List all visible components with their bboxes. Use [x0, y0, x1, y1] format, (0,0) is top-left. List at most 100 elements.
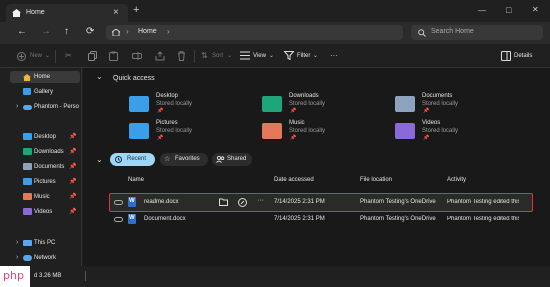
- sidebar-item-videos[interactable]: Videos 📌: [10, 206, 80, 218]
- chevron-down-icon[interactable]: ⌄: [96, 72, 103, 81]
- copy-icon[interactable]: [88, 51, 97, 61]
- details-button-label[interactable]: Details: [514, 53, 532, 59]
- star-icon: ☆: [164, 156, 171, 163]
- chevron-right-icon[interactable]: ›: [16, 103, 18, 110]
- chevron-right-icon[interactable]: ›: [16, 254, 18, 261]
- column-header-location[interactable]: File location: [360, 177, 392, 183]
- new-icon[interactable]: [17, 52, 26, 61]
- pin-icon: 📌: [69, 194, 77, 200]
- filter-button-label[interactable]: Filter: [297, 53, 310, 59]
- tab-close-icon[interactable]: ×: [113, 7, 119, 18]
- minimize-icon[interactable]: —: [478, 6, 486, 15]
- documents-folder-icon: [23, 163, 32, 170]
- shared-filter-button[interactable]: Shared: [212, 153, 252, 166]
- recent-label: Recent: [127, 156, 147, 162]
- more-options-icon[interactable]: ···: [257, 197, 264, 204]
- column-header-date[interactable]: Date accessed: [274, 177, 314, 183]
- desktop-folder-icon: [129, 96, 149, 112]
- up-icon[interactable]: ↑: [64, 26, 69, 37]
- chevron-right-icon[interactable]: ›: [16, 239, 18, 246]
- status-bar: d 3.26 MB: [30, 266, 550, 287]
- column-header-name[interactable]: Name: [128, 177, 144, 183]
- details-icon[interactable]: [501, 51, 511, 61]
- chevron-right-icon: ›: [126, 27, 129, 36]
- cut-icon[interactable]: ✂: [65, 51, 72, 60]
- quick-access-header[interactable]: Quick access: [113, 75, 155, 82]
- command-bar: [0, 44, 550, 68]
- quick-access-name: Music: [289, 120, 305, 126]
- view-icon[interactable]: [240, 51, 250, 60]
- toolbar-divider: [55, 50, 56, 63]
- sidebar-item-desktop[interactable]: Desktop 📌: [10, 131, 80, 143]
- sidebar-item-downloads[interactable]: Downloads 📌: [10, 146, 80, 158]
- sidebar-item-music[interactable]: Music 📌: [10, 191, 80, 203]
- home-icon: [12, 9, 21, 17]
- back-icon[interactable]: ←: [17, 26, 27, 37]
- sort-button-label[interactable]: Sort: [212, 53, 223, 59]
- delete-icon[interactable]: [177, 51, 186, 61]
- file-name[interactable]: Document.docx: [144, 216, 186, 222]
- sort-icon[interactable]: ⇅: [201, 51, 208, 60]
- chevron-down-icon[interactable]: ⌄: [96, 155, 103, 164]
- recent-filter-button[interactable]: Recent: [110, 153, 155, 166]
- forward-icon[interactable]: →: [41, 26, 51, 37]
- more-options-icon[interactable]: ···: [330, 51, 338, 60]
- rename-icon[interactable]: [132, 51, 142, 61]
- quick-access-sub: Stored locally: [289, 128, 326, 134]
- activity: Phantom Testing edited this: [447, 216, 519, 222]
- cloud-status-icon: [114, 217, 123, 222]
- refresh-icon[interactable]: ⟳: [86, 26, 94, 37]
- pin-icon: 📌: [69, 179, 77, 185]
- paste-icon[interactable]: [109, 51, 118, 61]
- pin-icon: 📌: [290, 108, 297, 114]
- tab-home[interactable]: Home ×: [6, 4, 128, 22]
- quick-access-item-desktop[interactable]: Desktop Stored locally 📌: [126, 92, 246, 116]
- quick-access-item-videos[interactable]: Videos Stored locally 📌: [392, 119, 512, 143]
- breadcrumb-home[interactable]: Home: [138, 28, 157, 35]
- home-icon: [112, 29, 120, 36]
- sidebar-item-network[interactable]: › Network: [10, 252, 80, 264]
- file-name[interactable]: readme.docx: [144, 199, 179, 205]
- share-link-icon[interactable]: [238, 198, 247, 207]
- pin-icon: 📌: [69, 149, 77, 155]
- quick-access-item-pictures[interactable]: Pictures Stored locally 📌: [126, 119, 246, 143]
- share-icon[interactable]: [155, 51, 165, 61]
- sidebar-item-documents[interactable]: Documents 📌: [10, 161, 80, 173]
- sidebar-item-label: Pictures: [34, 179, 56, 185]
- cloud-status-icon: [114, 200, 123, 205]
- new-tab-icon[interactable]: +: [133, 4, 139, 16]
- clock-icon: [115, 156, 122, 163]
- file-location: Phantom Testing's OneDrive: [360, 216, 436, 222]
- sidebar-item-home[interactable]: Home: [10, 71, 80, 83]
- chevron-down-icon: ⌄: [227, 53, 233, 59]
- shared-label: Shared: [227, 156, 247, 162]
- favorites-filter-button[interactable]: ☆ Favorites: [160, 153, 208, 166]
- close-window-icon[interactable]: ✕: [532, 5, 539, 14]
- sidebar-item-label: Downloads: [34, 149, 64, 155]
- sidebar-item-pictures[interactable]: Pictures 📌: [10, 176, 80, 188]
- open-folder-icon[interactable]: [219, 198, 228, 206]
- cloud-icon: [23, 105, 32, 110]
- file-location: Phantom Testing's OneDrive: [360, 199, 436, 205]
- desktop-folder-icon: [23, 133, 32, 140]
- search-input[interactable]: Search Home: [411, 25, 543, 40]
- sidebar-item-this-pc[interactable]: › This PC: [10, 237, 80, 249]
- quick-access-item-documents[interactable]: Documents Stored locally 📌: [392, 92, 512, 116]
- maximize-icon[interactable]: □: [506, 5, 511, 15]
- sidebar-item-label: Gallery: [34, 89, 54, 95]
- address-bar[interactable]: › Home ›: [106, 25, 403, 40]
- filter-icon[interactable]: [284, 51, 294, 60]
- downloads-folder-icon: [23, 148, 32, 155]
- sidebar-item-gallery[interactable]: Gallery: [10, 86, 80, 98]
- quick-access-item-music[interactable]: Music Stored locally 📌: [259, 119, 379, 143]
- word-document-icon: [128, 214, 136, 224]
- quick-access-item-downloads[interactable]: Downloads Stored locally 📌: [259, 92, 379, 116]
- search-icon: [418, 29, 426, 37]
- word-document-icon: [128, 197, 136, 207]
- chevron-down-icon: ⌄: [269, 53, 275, 59]
- sidebar-item-onedrive[interactable]: › Phantom - Perso: [10, 101, 82, 113]
- quick-access-sub: Stored locally: [289, 101, 326, 107]
- column-header-activity[interactable]: Activity: [447, 177, 466, 183]
- view-button-label[interactable]: View: [253, 53, 266, 59]
- new-button-label[interactable]: New: [30, 53, 42, 59]
